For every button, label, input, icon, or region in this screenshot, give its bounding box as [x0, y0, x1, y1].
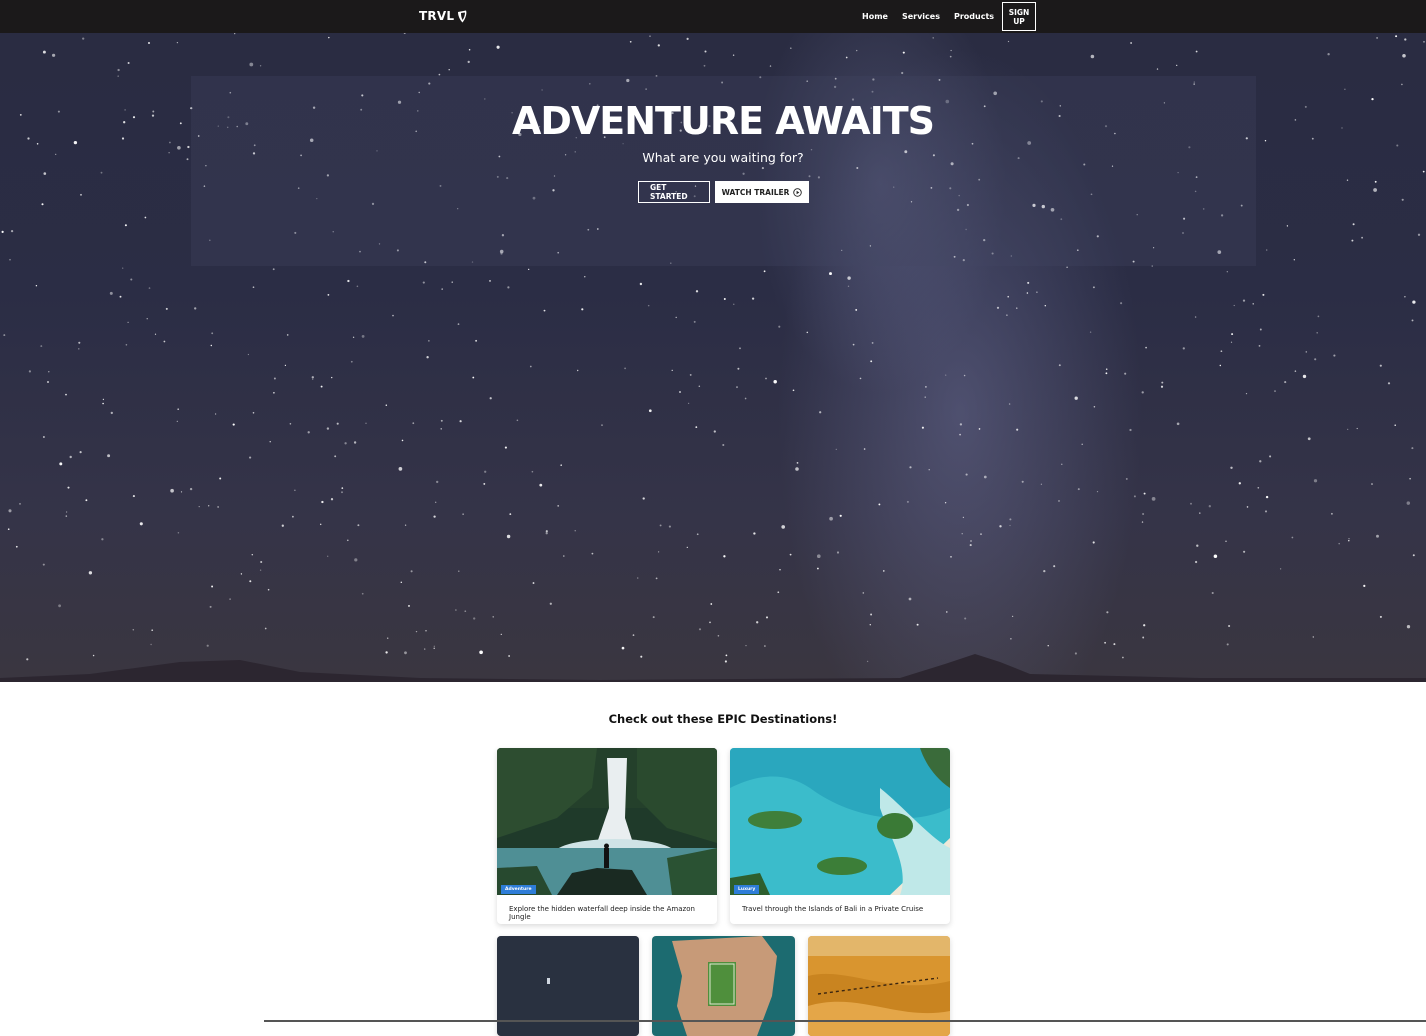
card-caption: Explore the hidden waterfall deep inside…: [509, 905, 695, 921]
hero-title: ADVENTURE AWAITS: [511, 99, 935, 143]
card-tag: Adventure: [501, 885, 536, 894]
bali-islands-image: [730, 748, 950, 895]
card-tag: Luxury: [734, 885, 760, 894]
nav-link-home[interactable]: Home: [862, 12, 888, 21]
watch-trailer-label: WATCH TRAILER: [721, 187, 790, 197]
destination-card-bali[interactable]: Luxury Travel through the Islands of Bal…: [730, 748, 950, 924]
logo[interactable]: TRVL: [419, 9, 468, 23]
nav-links: Home Services Products: [862, 12, 1008, 21]
waterfall-image: [497, 748, 717, 895]
nav-link-services[interactable]: Services: [902, 12, 940, 21]
hero-subtitle: What are you waiting for?: [642, 150, 804, 165]
mountain-silhouette: [0, 654, 1426, 682]
destination-card-waterfall[interactable]: Adventure Explore the hidden waterfall d…: [497, 748, 717, 924]
hero-buttons: GET STARTED WATCH TRAILER: [638, 181, 809, 203]
navbar: TRVL Home Services Products SIGN UP: [0, 0, 1426, 33]
card-caption: Travel through the Islands of Bali in a …: [742, 905, 924, 913]
logo-text: TRVL: [419, 9, 455, 23]
typo3-logo-icon: [458, 10, 467, 22]
signup-button[interactable]: SIGN UP: [1002, 2, 1036, 31]
get-started-button[interactable]: GET STARTED: [638, 181, 710, 203]
hero-section: ADVENTURE AWAITS What are you waiting fo…: [0, 33, 1426, 682]
play-circle-icon: [793, 187, 803, 197]
nav-link-products[interactable]: Products: [954, 12, 994, 21]
destinations-title: Check out these EPIC Destinations!: [608, 712, 838, 726]
watch-trailer-button[interactable]: WATCH TRAILER: [715, 181, 809, 203]
